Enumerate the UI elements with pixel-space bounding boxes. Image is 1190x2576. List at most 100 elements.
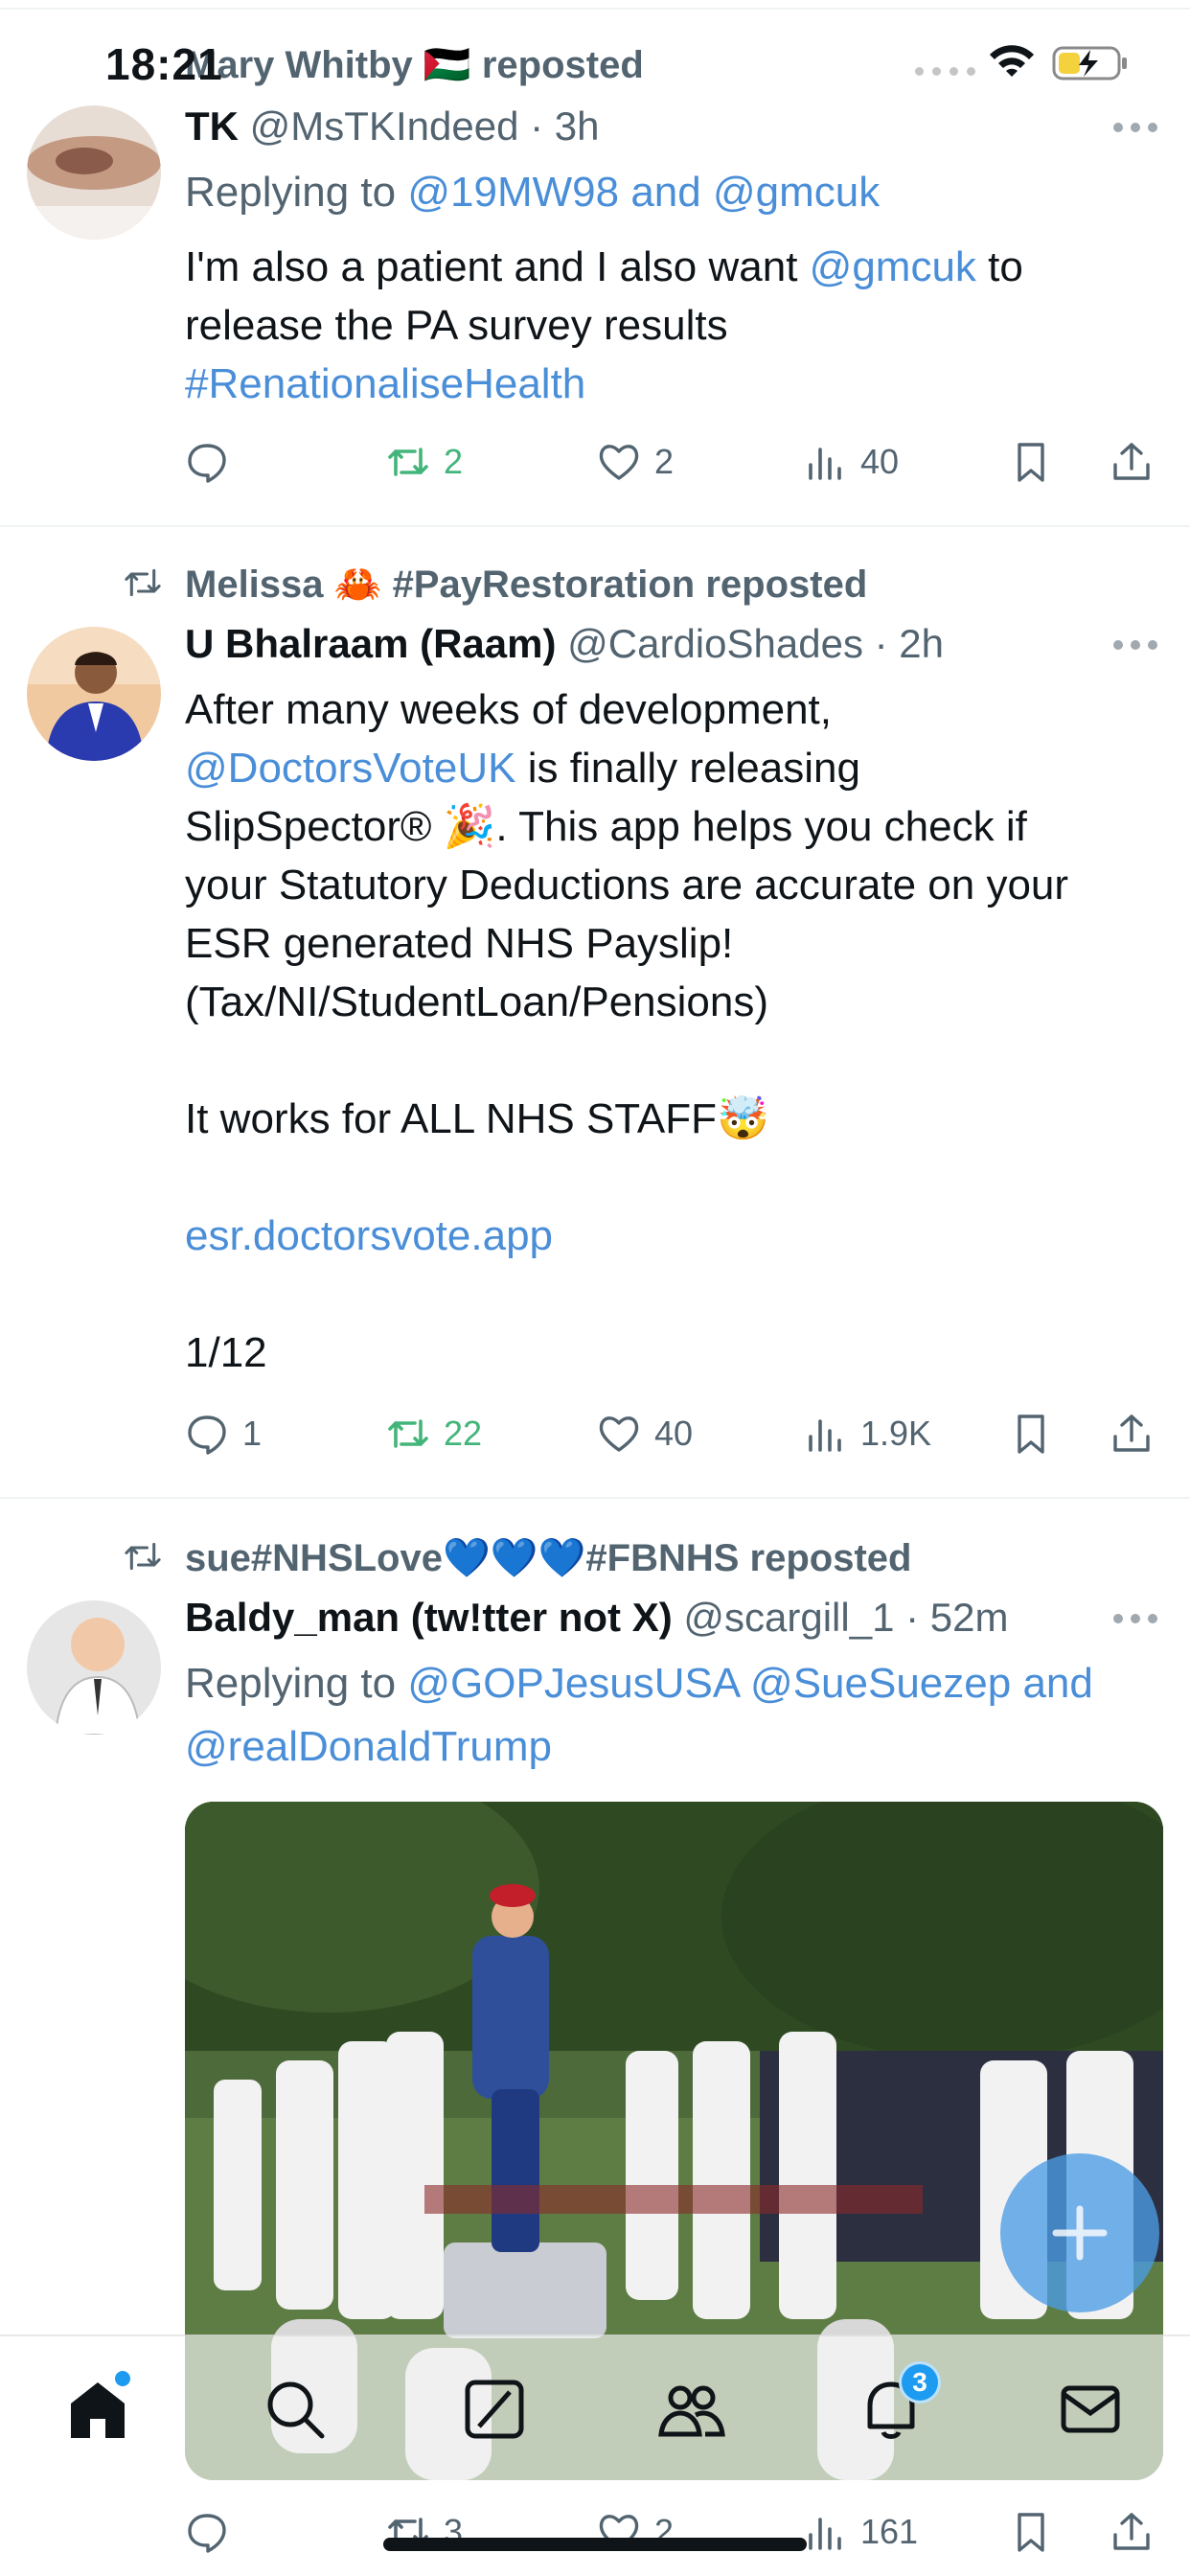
bookmark-icon (1018, 1414, 1044, 1454)
wifi-icon (990, 45, 1034, 77)
share-button[interactable] (1110, 1405, 1154, 1462)
views-icon (809, 448, 841, 480)
share-button[interactable] (1110, 433, 1154, 491)
avatar[interactable] (27, 1600, 161, 1735)
like-button[interactable]: 40 (597, 1405, 693, 1462)
repost-attribution[interactable]: sue#NHSLove💙💙💙#FBNHS reposted (185, 1535, 911, 1580)
repost-icon (388, 448, 428, 476)
user-handle[interactable]: @CardioShades (567, 621, 863, 666)
share-icon (1113, 2513, 1150, 2550)
home-indicator[interactable] (383, 2538, 807, 2551)
like-button[interactable]: 2 (597, 2503, 674, 2561)
tweet-text: After many weeks of development, @Doctor… (185, 680, 1172, 1382)
repost-attribution-text: Melissa 🦀 #PayRestoration reposted (185, 564, 868, 606)
reply-count: 1 (242, 1414, 263, 1453)
tweet-actions: 1 22 40 1.9K (185, 1405, 1162, 1462)
reply-button[interactable] (185, 2503, 242, 2561)
repost-count: 2 (444, 442, 464, 481)
divider (0, 1497, 1190, 1499)
tweet-text-line: (Tax/NI/StudentLoan/Pensions) (185, 978, 769, 1025)
like-button[interactable]: 2 (597, 433, 674, 491)
tweet-header: Baldy_man (tw!tter not X) @scargill_1 · … (185, 1595, 1008, 1641)
reply-mentions[interactable]: @19MW98 and @gmcuk (407, 169, 880, 216)
share-button[interactable] (1110, 2503, 1154, 2561)
bookmark-icon (1018, 443, 1044, 482)
display-name[interactable]: U Bhalraam (Raam) (185, 621, 556, 666)
reply-icon (188, 444, 226, 483)
tweet-actions: 2 2 40 (185, 433, 1162, 491)
replying-to-label: Replying to (185, 1660, 408, 1707)
like-count: 2 (654, 442, 675, 481)
replying-to: Replying to @19MW98 and @gmcuk (185, 161, 880, 224)
repost-icon (125, 1542, 161, 1571)
avatar[interactable] (27, 627, 161, 761)
views-button[interactable]: 161 (803, 2503, 918, 2561)
status-time: 18:21 (105, 39, 223, 89)
tab-grok[interactable] (460, 2375, 529, 2444)
views-button[interactable]: 40 (803, 433, 899, 491)
tweet-text-line: It works for ALL NHS STAFF🤯 (185, 1095, 769, 1142)
tab-bar: 3 (0, 2334, 1190, 2488)
reply-button[interactable]: 1 (185, 1405, 262, 1462)
reply-button[interactable] (185, 433, 242, 491)
heart-icon (599, 445, 639, 480)
mention-link[interactable]: @DoctorsVoteUK (185, 745, 515, 792)
repost-button[interactable]: 3 (386, 2503, 463, 2561)
repost-attribution[interactable]: Melissa 🦀 #PayRestoration reposted (185, 562, 867, 607)
repost-attribution-text: sue#NHSLove💙💙💙#FBNHS reposted (185, 1537, 912, 1579)
communities-icon (658, 2385, 725, 2437)
tweet-header: U Bhalraam (Raam) @CardioShades · 2h (185, 621, 944, 667)
tweet-actions: 3 2 161 (185, 2503, 1162, 2561)
reply-mentions[interactable]: @realDonaldTrump (185, 1723, 552, 1770)
signal-icon (915, 67, 975, 76)
bookmark-icon (1018, 2513, 1044, 2552)
like-count: 40 (654, 1414, 694, 1453)
search-icon (267, 2381, 325, 2439)
repost-icon (125, 568, 161, 597)
bookmark-button[interactable] (1009, 433, 1053, 491)
bookmark-button[interactable] (1009, 1405, 1053, 1462)
tweet-text-segment: I'm also a patient and I also want (185, 243, 810, 290)
share-icon (1113, 1414, 1150, 1452)
external-link[interactable]: esr.doctorsvote.app (185, 1207, 1172, 1265)
tab-communities[interactable] (657, 2375, 726, 2444)
tab-notifications[interactable]: 3 (857, 2361, 941, 2444)
view-count: 1.9K (860, 1414, 932, 1453)
views-icon (809, 1419, 841, 1452)
timestamp: · 52m (905, 1595, 1009, 1640)
repost-button[interactable]: 22 (386, 1405, 482, 1462)
battery-charging-icon (1052, 46, 1127, 80)
grok-icon (465, 2380, 524, 2439)
tab-home[interactable] (63, 2371, 132, 2444)
more-icon[interactable] (1113, 640, 1157, 652)
avatar-image (27, 627, 161, 761)
reply-mentions[interactable]: @GOPJesusUSA @SueSuezep and (407, 1660, 1093, 1707)
tweet-text-line: your Statutory Deductions are accurate o… (185, 862, 1069, 908)
compose-button[interactable] (1000, 2153, 1159, 2312)
bookmark-button[interactable] (1009, 2503, 1053, 2561)
display-name[interactable]: Baldy_man (tw!tter not X) (185, 1595, 673, 1640)
timestamp: · 2h (874, 621, 944, 666)
hashtag-link[interactable]: #RenationaliseHealth (185, 355, 1172, 413)
tab-search[interactable] (261, 2375, 330, 2444)
tweet-text-segment: to (975, 243, 1023, 290)
tweet-text-line: release the PA survey results (185, 302, 728, 349)
avatar-image (27, 1600, 161, 1735)
status-bar: 18:21 (0, 0, 1190, 134)
share-icon (1113, 443, 1150, 480)
heart-icon (599, 1416, 639, 1452)
thread-counter: 1/12 (185, 1329, 267, 1376)
notification-badge: 3 (899, 2361, 941, 2404)
unread-dot (115, 2371, 130, 2386)
divider (0, 525, 1190, 527)
repost-button[interactable]: 2 (386, 433, 463, 491)
views-button[interactable]: 1.9K (803, 1405, 931, 1462)
views-icon (809, 2518, 841, 2550)
user-handle[interactable]: @scargill_1 (683, 1595, 894, 1640)
tab-messages[interactable] (1056, 2375, 1125, 2444)
mention-link[interactable]: @gmcuk (810, 243, 976, 290)
more-icon[interactable] (1113, 1614, 1157, 1625)
view-count: 40 (860, 442, 900, 481)
repost-icon (388, 1419, 428, 1448)
plus-icon (1052, 2205, 1108, 2261)
